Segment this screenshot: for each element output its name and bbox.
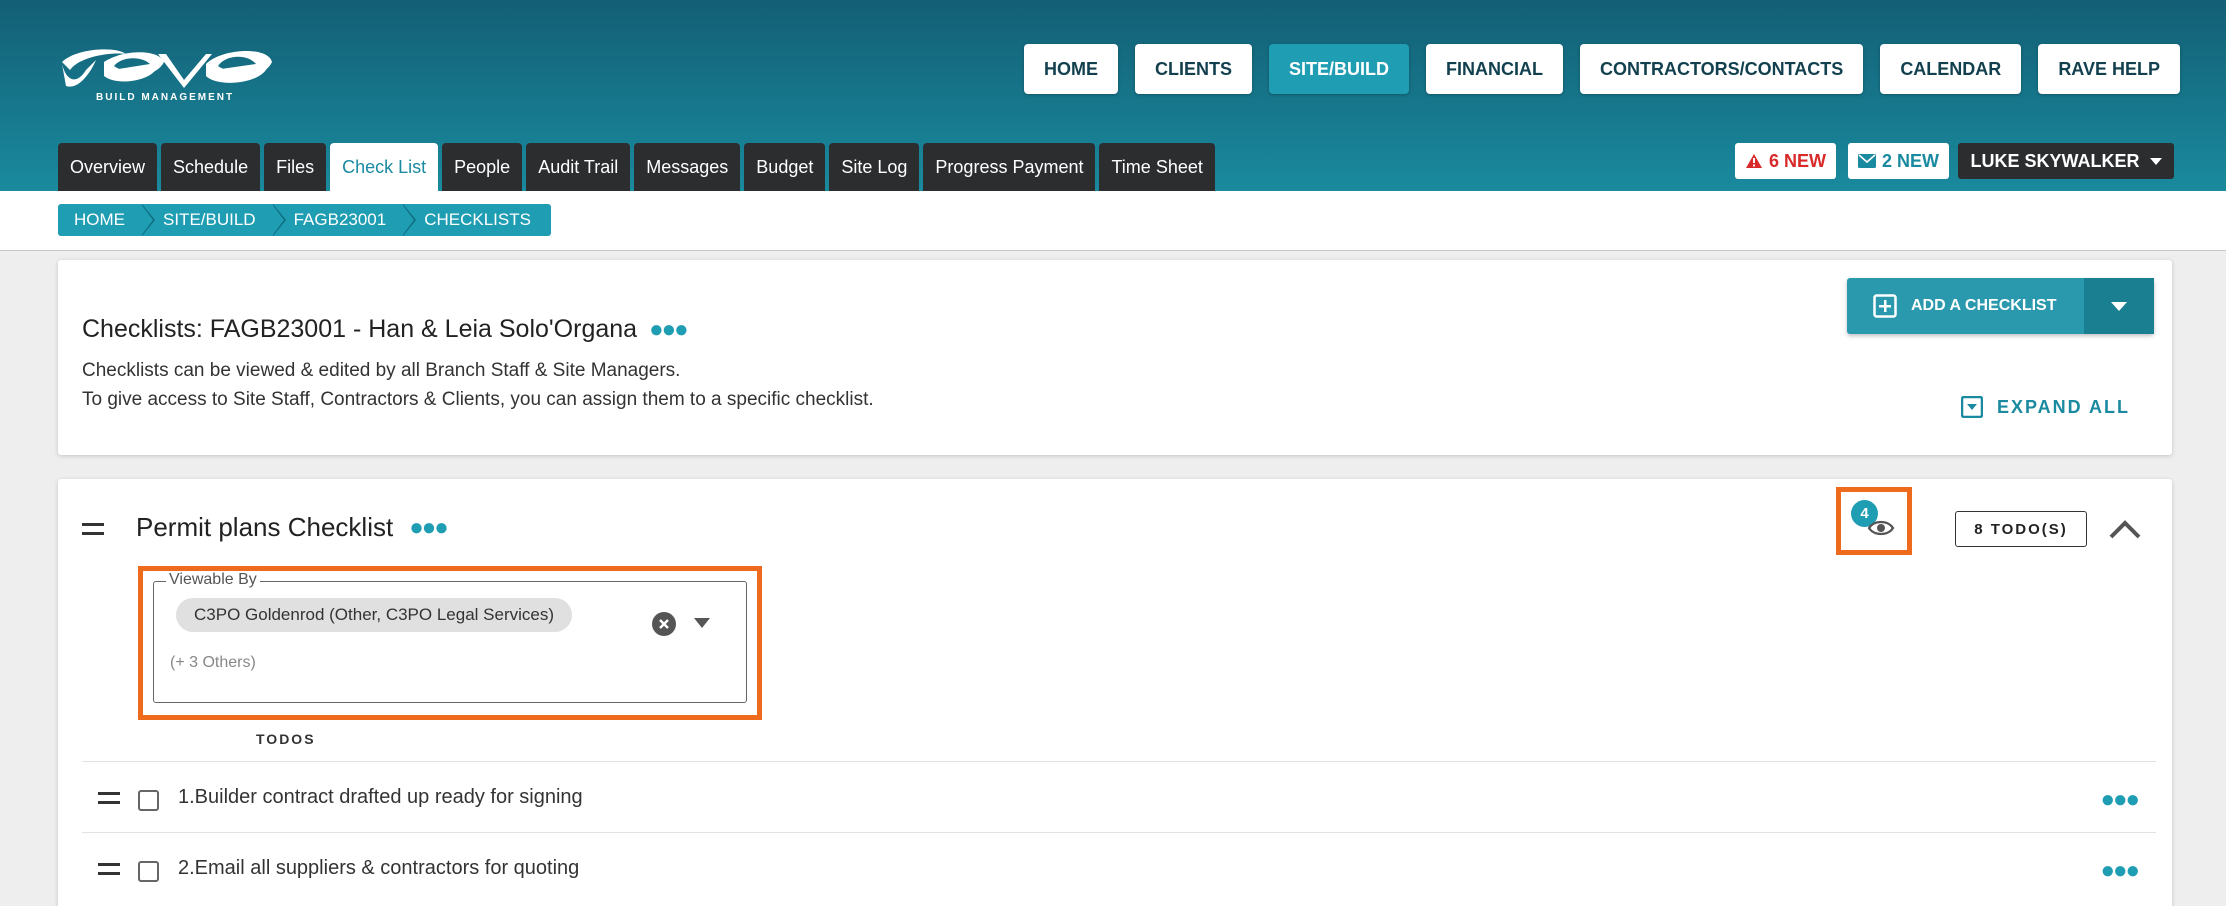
expand-box-icon [1960,396,1983,418]
page-description: Checklists can be viewed & edited by all… [82,356,874,414]
viewable-by-label: Viewable By [166,571,260,589]
todo-row: 2.Email all suppliers & contractors for … [82,832,2156,903]
eye-icon [1867,520,1895,536]
tab-messages[interactable]: Messages [634,143,741,191]
todo-drag-handle[interactable] [98,863,120,875]
expand-all-label: EXPAND ALL [1996,396,2130,417]
breadcrumb-bar: HOME SITE/BUILD FAGB23001 CHECKLISTS [0,191,2226,251]
tab-progress-payment[interactable]: Progress Payment [923,143,1096,191]
tab-files[interactable]: Files [264,143,327,191]
checklist-drag-handle[interactable] [82,523,104,535]
plus-square-icon [1873,294,1897,318]
add-checklist-main[interactable]: ADD A CHECKLIST [1847,278,2084,334]
viewable-by-highlight: Viewable By C3PO Goldenrod (Other, C3PO … [138,566,762,720]
user-name: LUKE SKYWALKER [1970,150,2140,171]
top-navigation: HOME CLIENTS SITE/BUILD FINANCIAL CONTRA… [1023,44,2180,94]
todo-text: 2.Email all suppliers & contractors for … [178,857,580,879]
todos-heading: TODOS [256,731,316,747]
checklist-title-row: Permit plans Checklist ●●● [136,512,449,543]
expand-all-button[interactable]: EXPAND ALL [1960,396,2130,418]
add-checklist-label: ADD A CHECKLIST [1911,297,2057,314]
description-line-1: Checklists can be viewed & edited by all… [82,360,681,381]
caret-down-icon [2111,301,2127,311]
todo-options-icon[interactable]: ●●● [2101,786,2140,814]
nav-financial[interactable]: FINANCIAL [1425,44,1563,94]
todo-checkbox[interactable] [138,861,159,882]
tab-budget[interactable]: Budget [744,143,826,191]
tab-site-log[interactable]: Site Log [829,143,920,191]
page-title: Checklists: FAGB23001 - Han & Leia Solo'… [82,315,638,343]
breadcrumb-home[interactable]: HOME [58,204,155,236]
tab-overview[interactable]: Overview [58,143,158,191]
todo-options-icon[interactable]: ●●● [2101,857,2140,885]
app-header: BUILD MANAGEMENT HOME CLIENTS SITE/BUILD… [0,0,2226,191]
messages-badge[interactable]: 2 NEW [1848,143,1950,179]
description-line-2: To give access to Site Staff, Contractor… [82,389,874,410]
checklist-options-icon[interactable]: ●●● [409,514,448,542]
nav-site-build[interactable]: SITE/BUILD [1268,44,1409,94]
tab-people[interactable]: People [442,143,523,191]
caret-down-icon [2149,157,2162,165]
alerts-badge[interactable]: 6 NEW [1735,143,1837,179]
breadcrumb: HOME SITE/BUILD FAGB23001 CHECKLISTS [58,204,551,236]
todo-checkbox[interactable] [138,790,159,811]
clear-icon[interactable] [652,612,676,636]
page-options-icon[interactable]: ●●● [649,316,688,344]
user-menu-button[interactable]: LUKE SKYWALKER [1958,143,2174,179]
breadcrumb-site-build[interactable]: SITE/BUILD [141,204,286,236]
todo-count-badge: 8 TODO(S) [1955,511,2087,547]
viewable-by-select[interactable]: Viewable By C3PO Goldenrod (Other, C3PO … [153,571,747,703]
todo-text: 1.Builder contract drafted up ready for … [178,786,583,808]
add-checklist-button[interactable]: ADD A CHECKLIST [1847,278,2154,334]
select-caret-down-icon[interactable] [694,618,710,628]
nav-calendar[interactable]: CALENDAR [1880,44,2022,94]
tab-audit-trail[interactable]: Audit Trail [526,143,631,191]
checklists-header-card: Checklists: FAGB23001 - Han & Leia Solo'… [58,260,2172,455]
tab-schedule[interactable]: Schedule [161,143,261,191]
nav-contractors-contacts[interactable]: CONTRACTORS/CONTACTS [1579,44,1864,94]
job-tabs: Overview Schedule Files Check List Peopl… [58,143,1215,191]
warning-icon [1746,154,1762,168]
viewer-chip[interactable]: C3PO Goldenrod (Other, C3PO Legal Servic… [176,598,572,632]
nav-home[interactable]: HOME [1023,44,1118,94]
breadcrumb-job[interactable]: FAGB23001 [271,204,416,236]
checklist-card: Permit plans Checklist ●●● 4 8 TODO(S) V… [58,479,2172,906]
messages-label: 2 NEW [1882,150,1940,171]
todo-drag-handle[interactable] [98,792,120,804]
tab-time-sheet[interactable]: Time Sheet [1099,143,1215,191]
todo-row: 1.Builder contract drafted up ready for … [82,761,2156,832]
tab-check-list[interactable]: Check List [330,143,439,191]
add-checklist-dropdown[interactable] [2084,278,2154,334]
checklist-title: Permit plans Checklist [136,512,394,542]
alerts-label: 6 NEW [1769,150,1827,171]
envelope-icon [1858,154,1876,168]
logo-tagline: BUILD MANAGEMENT [96,92,235,103]
collapse-chevron-up-icon[interactable] [2105,509,2145,549]
nav-clients[interactable]: CLIENTS [1134,44,1252,94]
viewer-others-count: (+ 3 Others) [170,654,256,671]
nav-rave-help[interactable]: RAVE HELP [2038,44,2180,94]
viewers-toggle[interactable]: 4 [1836,487,1912,555]
breadcrumb-checklists[interactable]: CHECKLISTS [402,204,551,236]
page-title-row: Checklists: FAGB23001 - Han & Leia Solo'… [82,315,689,344]
